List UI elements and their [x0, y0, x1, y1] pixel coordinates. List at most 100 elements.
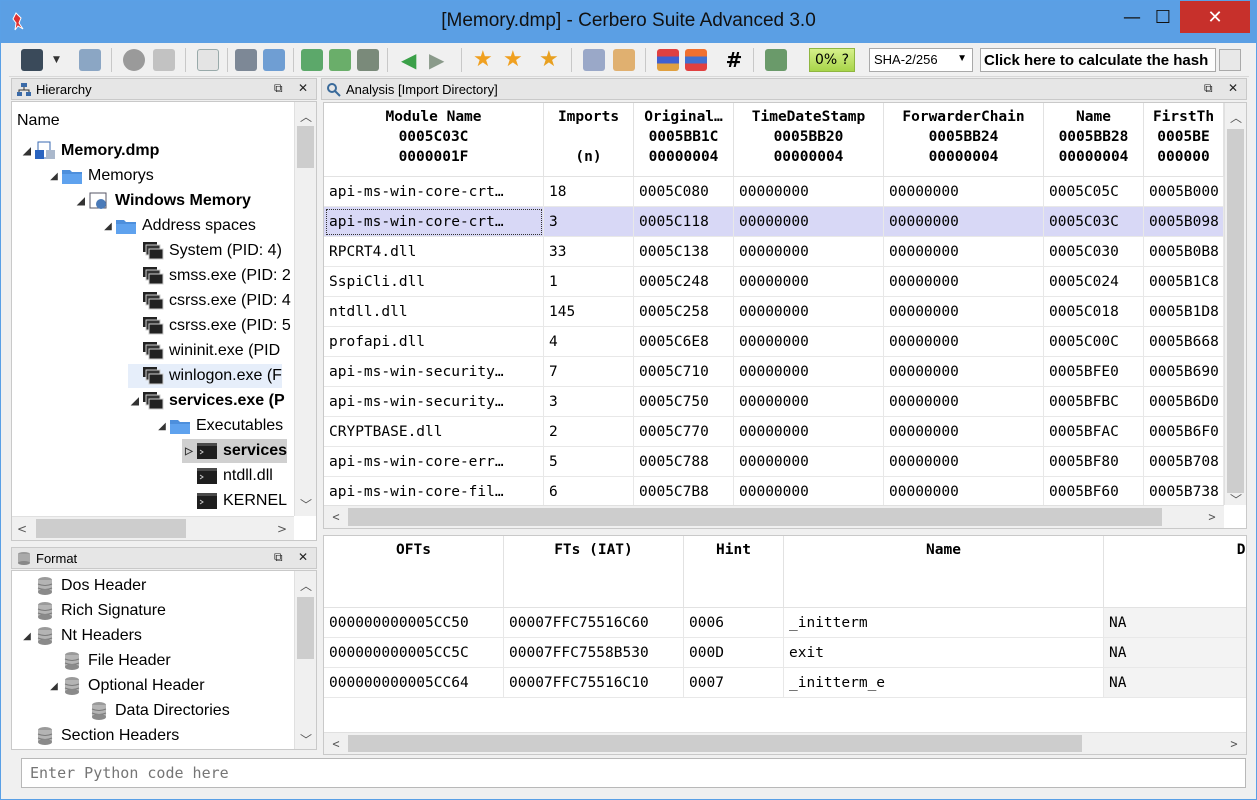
table-cell[interactable]: _initterm — [784, 608, 1104, 638]
close-panel-icon[interactable]: ✕ — [298, 81, 308, 95]
column-header[interactable]: FTs (IAT) — [504, 536, 684, 608]
table-cell[interactable]: 0005C118 — [634, 207, 734, 237]
table-cell[interactable]: 00000000 — [884, 477, 1044, 507]
scroll-thumb[interactable] — [348, 508, 1162, 526]
scroll-down-icon[interactable]: ﹀ — [1228, 491, 1244, 508]
table-cell[interactable]: 0005C770 — [634, 417, 734, 447]
bookmarks-icon[interactable]: ★ — [539, 49, 561, 71]
table-cell[interactable]: 00000000 — [884, 207, 1044, 237]
tree-item[interactable]: KERNEL — [182, 489, 287, 513]
forward-arrow-icon[interactable]: ▶ — [429, 49, 451, 71]
refresh-icon[interactable] — [263, 49, 285, 71]
table-cell[interactable]: 0005BFAC — [1044, 417, 1144, 447]
scroll-right-icon[interactable]: > — [1204, 510, 1220, 524]
scroll-thumb[interactable] — [1227, 129, 1244, 493]
table-cell[interactable]: NA — [1104, 668, 1246, 698]
scroll-left-icon[interactable]: < — [328, 737, 344, 751]
tree-item[interactable]: ◢ Address spaces — [101, 214, 256, 238]
table-cell[interactable]: 0007 — [684, 668, 784, 698]
open-icon[interactable] — [79, 49, 101, 71]
tree-item[interactable]: ◢ Memorys — [47, 164, 154, 188]
tree-item[interactable]: csrss.exe (PID: 5 — [128, 314, 291, 338]
expand-toggle-icon[interactable]: ◢ — [101, 221, 115, 232]
table-cell[interactable]: 0005BF80 — [1044, 447, 1144, 477]
table-cell[interactable]: 5 — [544, 447, 634, 477]
table-cell[interactable]: 33 — [544, 237, 634, 267]
table-cell[interactable]: NA — [1104, 638, 1246, 668]
table-cell[interactable]: 3 — [544, 207, 634, 237]
format-item[interactable]: ◢ Optional Header — [47, 674, 205, 698]
table-cell[interactable]: RPCRT4.dll — [324, 237, 544, 267]
scroll-up-icon[interactable]: ︿ — [298, 577, 314, 594]
hash-algorithm-select[interactable]: SHA-2/256 ▼ — [869, 48, 973, 72]
close-panel-icon[interactable]: ✕ — [1228, 81, 1238, 95]
table-cell[interactable]: 00000000 — [734, 477, 884, 507]
save-icon[interactable] — [21, 49, 43, 71]
bookmark-add-icon[interactable]: ★ — [473, 49, 495, 71]
table-cell[interactable]: ntdll.dll — [324, 297, 544, 327]
table-cell[interactable]: 18 — [544, 177, 634, 207]
scroll-up-icon[interactable]: ︿ — [1228, 109, 1244, 126]
format-item[interactable]: File Header — [47, 649, 171, 673]
column-header[interactable]: TimeDateStamp 0005BB20 00000004 — [734, 103, 884, 177]
expand-toggle-icon[interactable]: ◢ — [47, 681, 61, 692]
column-header[interactable]: Original… 0005BB1C 00000004 — [634, 103, 734, 177]
table-cell[interactable]: 00000000 — [884, 417, 1044, 447]
scroll-down-icon[interactable]: ﹀ — [298, 496, 314, 513]
table-cell[interactable]: 0005C018 — [1044, 297, 1144, 327]
table-cell[interactable]: api-ms-win-core-crt… — [324, 207, 544, 237]
expand-toggle-icon[interactable]: ◢ — [47, 171, 61, 182]
search-icon[interactable] — [329, 49, 351, 71]
table-cell[interactable]: 00000000 — [884, 447, 1044, 477]
table-cell[interactable]: 0005C030 — [1044, 237, 1144, 267]
window-icon[interactable] — [197, 49, 219, 71]
table-cell[interactable]: 00000000 — [734, 297, 884, 327]
table-cell[interactable]: 00000000 — [884, 267, 1044, 297]
table-cell[interactable]: 0005C05C — [1044, 177, 1144, 207]
format-item[interactable]: Data Directories — [74, 699, 230, 723]
tree-item[interactable]: System (PID: 4) — [128, 239, 282, 263]
table-cell[interactable]: 0005C7B8 — [634, 477, 734, 507]
scroll-left-icon[interactable]: < — [328, 510, 344, 524]
tree-item[interactable]: wininit.exe (PID — [128, 339, 280, 363]
edit-icon[interactable] — [613, 49, 635, 71]
table-cell[interactable]: 0005B1D8 — [1144, 297, 1224, 327]
table-cell[interactable]: 0005C248 — [634, 267, 734, 297]
table-cell[interactable]: 2 — [544, 417, 634, 447]
table-cell[interactable]: 0005C024 — [1044, 267, 1144, 297]
table-cell[interactable]: 00007FFC75516C10 — [504, 668, 684, 698]
expand-toggle-icon[interactable]: ◢ — [155, 421, 169, 432]
search-down-icon[interactable] — [301, 49, 323, 71]
tree-item[interactable]: ◢ Executables — [155, 414, 283, 438]
table-cell[interactable]: 1 — [544, 267, 634, 297]
table-cell[interactable]: 4 — [544, 327, 634, 357]
tree-item[interactable]: ntdll.dll — [182, 464, 273, 488]
table-cell[interactable]: 0005C258 — [634, 297, 734, 327]
table-cell[interactable]: api-ms-win-security… — [324, 387, 544, 417]
column-header[interactable]: Name — [784, 536, 1104, 608]
column-header[interactable]: OFTs — [324, 536, 504, 608]
table-cell[interactable]: 0005C788 — [634, 447, 734, 477]
hash-icon[interactable]: # — [723, 49, 745, 71]
column-header[interactable]: Hint — [684, 536, 784, 608]
expand-toggle-icon[interactable]: ◢ — [74, 196, 88, 207]
table-cell[interactable]: 00000000 — [734, 387, 884, 417]
column-header[interactable]: Name 0005BB28 00000004 — [1044, 103, 1144, 177]
table-cell[interactable]: 00000000 — [734, 327, 884, 357]
scroll-thumb[interactable] — [36, 519, 186, 538]
column-header[interactable]: FirstTh 0005BE 000000 — [1144, 103, 1224, 177]
expand-toggle-icon[interactable]: ◢ — [128, 396, 142, 407]
tree-item[interactable]: csrss.exe (PID: 4 — [128, 289, 291, 313]
close-button[interactable]: ✕ — [1180, 1, 1250, 33]
table-cell[interactable]: 000000000005CC5C — [324, 638, 504, 668]
table-cell[interactable]: api-ms-win-core-err… — [324, 447, 544, 477]
table-cell[interactable]: exit — [784, 638, 1104, 668]
table-cell[interactable]: 0005C00C — [1044, 327, 1144, 357]
table-cell[interactable]: 6 — [544, 477, 634, 507]
table-cell[interactable]: 0005BFE0 — [1044, 357, 1144, 387]
table-cell[interactable]: 00000000 — [734, 237, 884, 267]
table-cell[interactable]: 00000000 — [734, 447, 884, 477]
save-project-icon[interactable] — [235, 49, 257, 71]
back-arrow-icon[interactable]: ◀ — [401, 49, 423, 71]
table-cell[interactable]: 0005B668 — [1144, 327, 1224, 357]
